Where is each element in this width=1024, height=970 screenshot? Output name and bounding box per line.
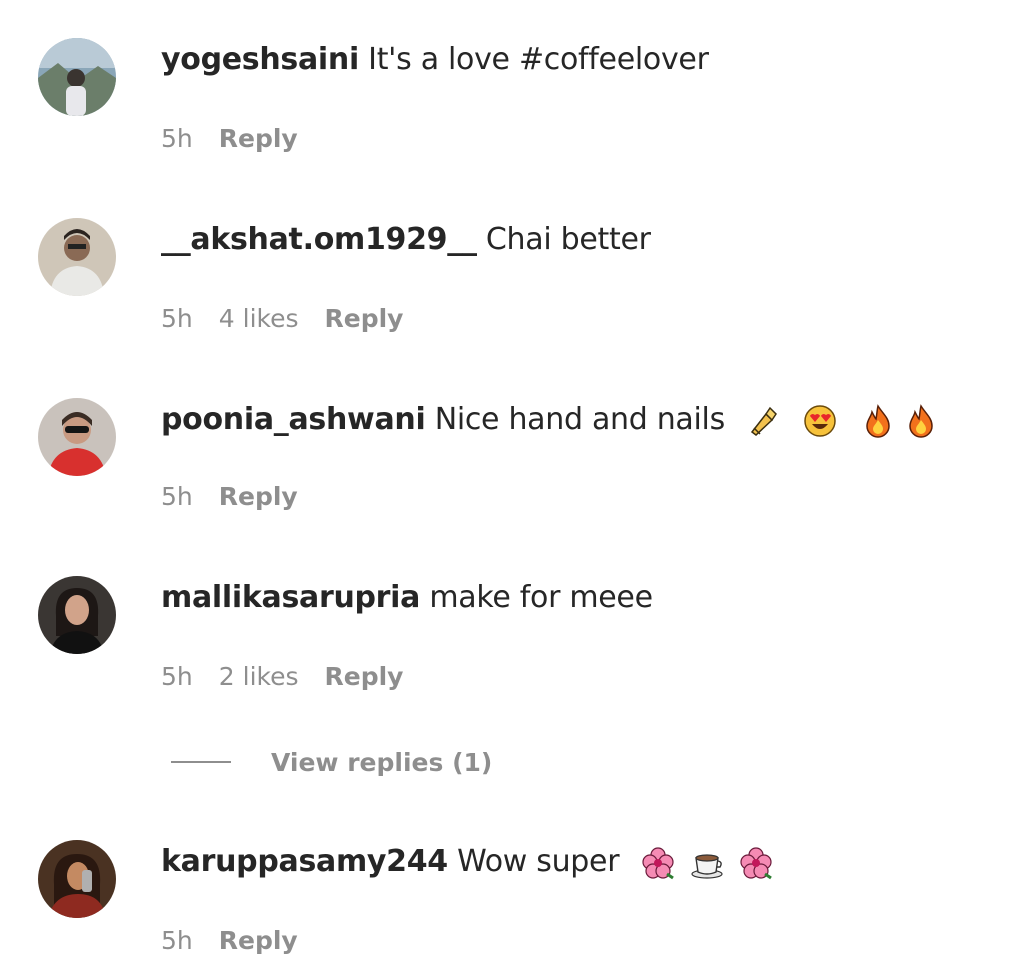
comment-likes[interactable]: 2 likes [219,662,299,691]
comment-meta: 5h Reply [161,925,324,957]
hibiscus-icon [641,846,675,880]
comment-likes[interactable]: 4 likes [219,304,299,333]
fire-icon [904,403,938,438]
comment-line: poonia_ashwani Nice hand and nails [161,400,938,440]
comment-username[interactable]: mallikasarupria [161,580,420,615]
avatar[interactable] [38,38,116,116]
comment-time: 5h [161,124,193,153]
comment-text: It's a love #coffeelover [358,42,709,77]
comment-meta: 5h 2 likes Reply [161,661,429,693]
comment-meta: 5h Reply [161,123,324,155]
hibiscus-icon [739,846,773,880]
reply-button[interactable]: Reply [325,662,404,691]
view-replies-label: View replies (1) [271,747,493,777]
reply-button[interactable]: Reply [219,926,298,955]
reply-button[interactable]: Reply [325,304,404,333]
comment-meta: 5h 4 likes Reply [161,303,429,335]
fire-icon [861,403,895,438]
comment-text: Nice hand and nails [425,402,726,437]
comment-line: mallikasarupria make for meee [161,578,653,618]
comments-list: yogeshsaini It's a love #coffeelover 5h R… [0,0,1024,970]
hot-beverage-icon [690,846,724,880]
comment-username[interactable]: karuppasamy244 [161,844,448,879]
comment-meta: 5h Reply [161,481,324,513]
nail-polish-icon [746,404,780,438]
reply-button[interactable]: Reply [219,124,298,153]
comment-username[interactable]: __akshat.om1929__ [161,222,477,257]
avatar[interactable] [38,218,116,296]
comment-time: 5h [161,304,193,333]
avatar[interactable] [38,398,116,476]
comment-line: karuppasamy244 Wow super [161,842,773,882]
avatar[interactable] [38,840,116,918]
comment-time: 5h [161,482,193,511]
view-replies-button[interactable]: View replies (1) [171,744,492,780]
comment-username[interactable]: yogeshsaini [161,42,359,77]
comment-time: 5h [161,926,193,955]
avatar[interactable] [38,576,116,654]
replies-divider [171,761,231,763]
comment-line: yogeshsaini It's a love #coffeelover [161,40,709,80]
comment-text: Wow super [447,844,620,879]
comment-text: Chai better [476,222,651,257]
heart-eyes-icon [803,404,837,438]
reply-button[interactable]: Reply [219,482,298,511]
comment-time: 5h [161,662,193,691]
comment-line: __akshat.om1929__ Chai better [161,220,651,260]
comment-username[interactable]: poonia_ashwani [161,402,426,437]
comment-text: make for meee [420,580,653,615]
